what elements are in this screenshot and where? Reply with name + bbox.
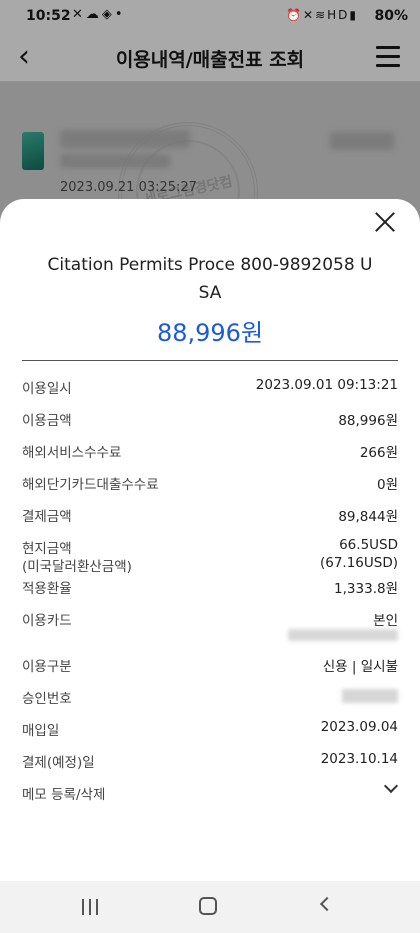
detail-rows: 이용일시 2023.09.01 09:13:21 이용금액 88,996원 해외… (22, 369, 399, 807)
row-overseas-cash-fee: 해외단기카드대출수수료 0원 (22, 465, 398, 497)
volte-icon: HD (327, 8, 350, 22)
row-label: 해외서비스수수료 (22, 445, 122, 461)
wifi-icon: ≋ (315, 8, 328, 22)
transaction-amount: 88,996원 (156, 319, 264, 347)
row-label: 메모 등록/삭제 (22, 787, 106, 803)
row-label: 현지금액 (22, 541, 72, 557)
transaction-detail-sheet: Citation Permits Proce 800-9892058 U SA … (0, 199, 420, 881)
row-label: 결제(예정)일 (22, 755, 95, 771)
hamburger-menu-icon[interactable] (376, 46, 400, 67)
blurred-amount (330, 132, 394, 150)
divider (22, 360, 398, 361)
row-label: 이용금액 (22, 413, 72, 429)
close-icon[interactable] (374, 211, 396, 233)
row-label: 매입일 (22, 723, 60, 739)
row-purchase-date: 매입일 2023.09.04 (22, 711, 398, 743)
status-right-icons: ⏰✕≋HD▮ (286, 8, 358, 22)
row-label: 적용환율 (22, 581, 72, 597)
row-value: 본인 (373, 613, 398, 629)
page-title: 이용내역/매출전표 조회 (115, 49, 305, 71)
shield-app-icon: ◈ (101, 7, 115, 22)
background-list: 세로그림경닷컴 2023.09.21 03:25:27 (0, 82, 420, 262)
home-icon[interactable] (199, 897, 217, 915)
blurred-card-number (288, 629, 398, 641)
row-approval-no: 승인번호 (22, 679, 398, 711)
row-value: 266원 (359, 445, 398, 461)
row-use-amount: 이용금액 88,996원 (22, 401, 398, 433)
row-label: 이용카드 (22, 613, 72, 629)
back-icon[interactable] (319, 896, 335, 912)
battery-level: 80% (374, 8, 408, 24)
row-label: 이용구분 (22, 659, 72, 675)
row-value: 0원 (376, 477, 398, 493)
row-value: 88,996원 (338, 413, 398, 429)
status-time: 10:52 (26, 8, 71, 24)
row-memo-toggle[interactable]: 메모 등록/삭제 (22, 775, 399, 807)
dot-icon: • (114, 7, 126, 22)
row-use-card: 이용카드 본인 (22, 601, 398, 641)
mute-icon: ✕ (303, 8, 316, 22)
row-label: 해외단기카드대출수수료 (22, 477, 159, 493)
row-pay-date: 결제(예정)일 2023.10.14 (22, 743, 398, 775)
status-left-icons: ✕☁◈• (72, 7, 126, 22)
row-label: 결제금액 (22, 509, 72, 525)
nfc-icon: ✕ (72, 7, 86, 22)
row-value: 2023.09.04 (320, 719, 398, 735)
signal-icon: ▮ (349, 8, 358, 22)
row-use-datetime: 이용일시 2023.09.01 09:13:21 (22, 369, 398, 401)
merchant-name: Citation Permits Proce 800-9892058 U SA (47, 255, 373, 303)
row-payment-amount: 결제금액 89,844원 (22, 497, 398, 529)
recent-apps-icon[interactable] (82, 899, 100, 915)
card-thumbnail (22, 132, 44, 170)
cloud-icon: ☁ (85, 7, 102, 22)
row-value: 2023.10.14 (320, 751, 398, 767)
row-label: 이용일시 (22, 381, 72, 397)
row-exchange-rate: 적용환율 1,333.8원 (22, 569, 398, 601)
row-value: 89,844원 (338, 509, 398, 525)
chevron-down-icon[interactable] (383, 778, 399, 794)
row-value: 1,333.8원 (334, 581, 398, 597)
blurred-approval-number (342, 689, 398, 703)
status-bar: 10:52 ✕☁◈• ⏰✕≋HD▮ 80% (0, 0, 420, 34)
app-bar: ‹ 이용내역/매출전표 조회 (0, 34, 420, 82)
system-nav-bar (0, 881, 420, 933)
row-overseas-fee: 해외서비스수수료 266원 (22, 433, 398, 465)
row-label: 승인번호 (22, 691, 72, 707)
alarm-icon: ⏰ (286, 8, 303, 22)
background-date: 2023.09.21 03:25:27 (60, 180, 197, 195)
row-value: 2023.09.01 09:13:21 (255, 377, 398, 393)
row-value: 66.5USD (339, 537, 398, 553)
row-local-amount: 현지금액 66.5USD (미국달러환산금액) (67.16USD) (22, 529, 398, 575)
row-value: 신용 | 일시불 (322, 659, 398, 675)
row-use-type: 이용구분 신용 | 일시불 (22, 647, 398, 679)
